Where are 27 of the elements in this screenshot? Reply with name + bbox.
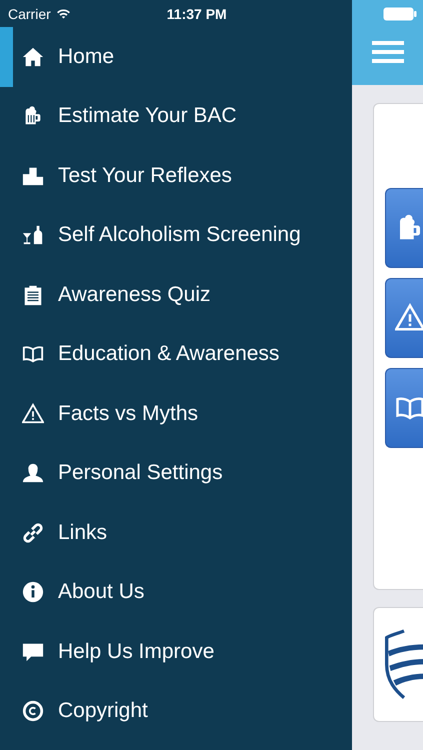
beer-tile-button[interactable] (385, 188, 423, 268)
person-icon (22, 462, 44, 484)
info-icon (22, 581, 44, 604)
menu-item[interactable]: Links (0, 503, 352, 562)
copyright-icon (22, 700, 44, 722)
clock-time: 11:37 PM (166, 6, 227, 22)
link-icon (22, 522, 44, 544)
book-tile-button[interactable] (385, 368, 423, 448)
menu-item[interactable]: Copyright (0, 682, 352, 741)
menu-item[interactable]: Self Alcoholism Screening (0, 206, 352, 265)
warning-tile-button[interactable] (385, 278, 423, 358)
warning-icon (395, 303, 423, 333)
menu-item[interactable]: About Us (0, 562, 352, 622)
clipboard-icon (22, 284, 44, 306)
warning-icon (22, 402, 44, 425)
menu-item[interactable]: Facts vs Myths (0, 384, 352, 444)
carrier-label: Carrier (8, 6, 51, 22)
menu-item[interactable]: Education & Awareness (0, 324, 352, 384)
menu-item[interactable]: Personal Settings (0, 444, 352, 503)
glass-and-bottle-icon (22, 224, 44, 246)
menu-item[interactable]: Awareness Quiz (0, 265, 352, 324)
wifi-icon (56, 8, 71, 19)
menu-item[interactable]: Test Your Reflexes (0, 146, 352, 206)
house-icon (22, 46, 44, 68)
menu-item[interactable]: Estimate Your BAC (0, 86, 352, 146)
menu-item[interactable]: Help Us Improve (0, 622, 352, 682)
battery-icon (383, 6, 417, 20)
